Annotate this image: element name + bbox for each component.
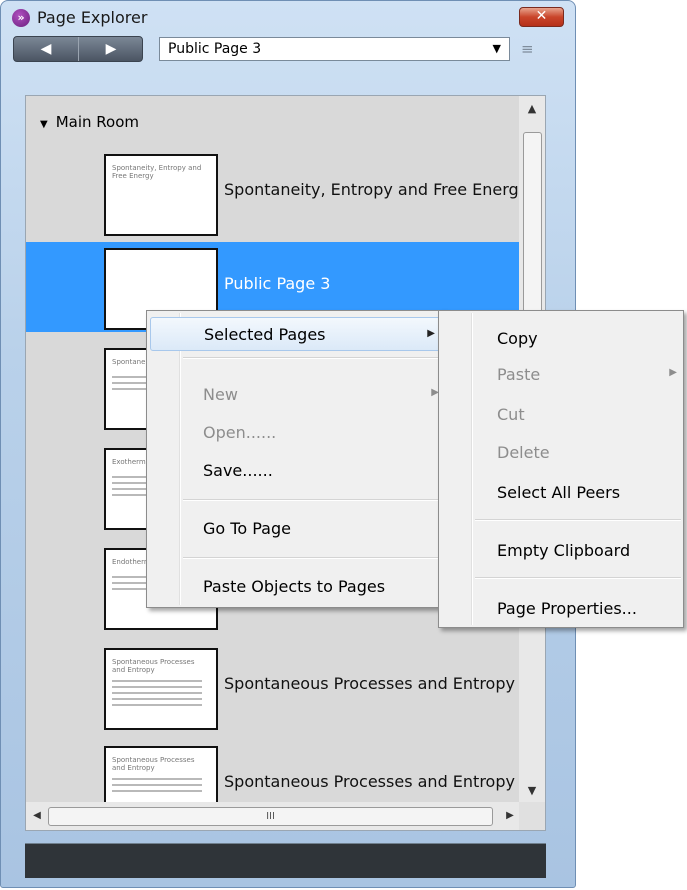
page-label: Public Page 3 [224,274,331,293]
horizontal-scroll-thumb[interactable]: III [48,807,493,826]
page-thumbnail[interactable]: Spontaneous Processes and Entropy [104,648,218,730]
menu-item-label: Delete [497,443,550,462]
menu-separator [183,557,443,559]
menu-item-label: New [203,385,238,404]
menu-item-label: Save...... [203,461,273,480]
page-row[interactable]: Spontaneous Processes and Entropy Sponta… [26,740,521,804]
menu-item-label: Go To Page [203,519,291,538]
scroll-up-icon[interactable]: ▲ [519,96,545,122]
menu-item-go-to-page[interactable]: Go To Page [147,511,445,545]
menu-item-label: Empty Clipboard [497,541,631,560]
page-thumbnail[interactable]: Spontaneous Processes and Entropy [104,746,218,804]
menu-separator [475,519,681,521]
group-header[interactable]: ▼ Main Room [40,113,139,131]
menu-item-open[interactable]: Open...... [147,415,445,449]
menu-item-label: Paste Objects to Pages [203,577,386,596]
menu-item-cut[interactable]: Cut [439,397,683,431]
window-title: Page Explorer [37,8,148,27]
page-dropdown[interactable]: Public Page 3 ▼ [159,37,510,61]
page-label: Spontaneity, Entropy and Free Energy [224,180,521,199]
page-label: Spontaneous Processes and Entropy [224,674,515,693]
menu-item-page-properties[interactable]: Page Properties... [439,591,683,625]
scroll-down-icon[interactable]: ▼ [519,778,545,804]
chevron-down-icon: ▼ [492,42,501,55]
close-button[interactable]: ✕ [519,7,564,27]
footer-bar [25,843,546,878]
forward-button[interactable]: ▶ [79,37,143,61]
navigation-group: ◀ ▶ [13,36,143,62]
thumbnail-title: Spontaneous Processes and Entropy [112,756,195,772]
title-bar[interactable]: » Page Explorer ✕ [1,1,575,33]
menu-item-label: Paste [497,365,541,384]
submenu: Copy Paste ▶ Cut Delete Select All Peers… [438,310,684,628]
menu-item-label: Page Properties... [497,599,637,618]
menu-item-save[interactable]: Save...... [147,453,445,487]
menu-item-new[interactable]: New ▶ [147,377,445,411]
menu-list-icon[interactable]: ≡ [521,40,547,58]
menu-item-label: Cut [497,405,525,424]
expand-triangle-icon[interactable]: ▼ [40,119,48,130]
menu-item-label: Selected Pages [204,325,326,344]
menu-item-copy[interactable]: Copy [439,321,683,355]
page-thumbnail[interactable]: Spontaneity, Entropy and Free Energy [104,154,218,236]
thumbnail-lines [112,778,202,796]
scroll-right-icon[interactable]: ▶ [499,802,521,830]
back-button[interactable]: ◀ [14,37,79,61]
thumbnail-title: Spontaneity, Entropy and Free Energy [112,164,202,180]
menu-separator [183,499,443,501]
menu-item-label: Copy [497,329,538,348]
menu-item-label: Select All Peers [497,483,621,502]
scroll-corner [519,802,545,830]
thumbnail-lines [112,680,202,710]
thumbnail-title: Spontaneous Processes and Entropy [112,658,195,674]
menu-item-label: Open...... [203,423,277,442]
page-dropdown-value: Public Page 3 [168,41,262,57]
submenu-arrow-icon: ▶ [669,367,677,378]
toolbar: ◀ ▶ Public Page 3 ▼ ≡ [1,35,575,65]
submenu-arrow-icon: ▶ [427,328,435,339]
menu-item-select-all-peers[interactable]: Select All Peers [439,475,683,509]
menu-item-empty-clipboard[interactable]: Empty Clipboard [439,533,683,567]
horizontal-scrollbar[interactable]: ◀ III ▶ [26,802,521,830]
page-label: Spontaneous Processes and Entropy [224,772,515,791]
page-row[interactable]: Spontaneous Processes and Entropy Sponta… [26,642,521,732]
menu-item-paste-objects-to-pages[interactable]: Paste Objects to Pages [147,569,445,603]
page-row[interactable]: Spontaneity, Entropy and Free Energy Spo… [26,148,521,238]
context-menu: Selected Pages ▶ New ▶ Open...... Save..… [146,310,446,608]
app-logo-icon: » [12,9,30,27]
scroll-left-icon[interactable]: ◀ [26,802,48,830]
menu-item-selected-pages[interactable]: Selected Pages ▶ [150,317,442,351]
menu-separator [475,577,681,579]
menu-item-paste[interactable]: Paste ▶ [439,357,683,391]
menu-separator [183,357,443,359]
menu-item-delete[interactable]: Delete [439,435,683,469]
group-label: Main Room [55,113,139,131]
